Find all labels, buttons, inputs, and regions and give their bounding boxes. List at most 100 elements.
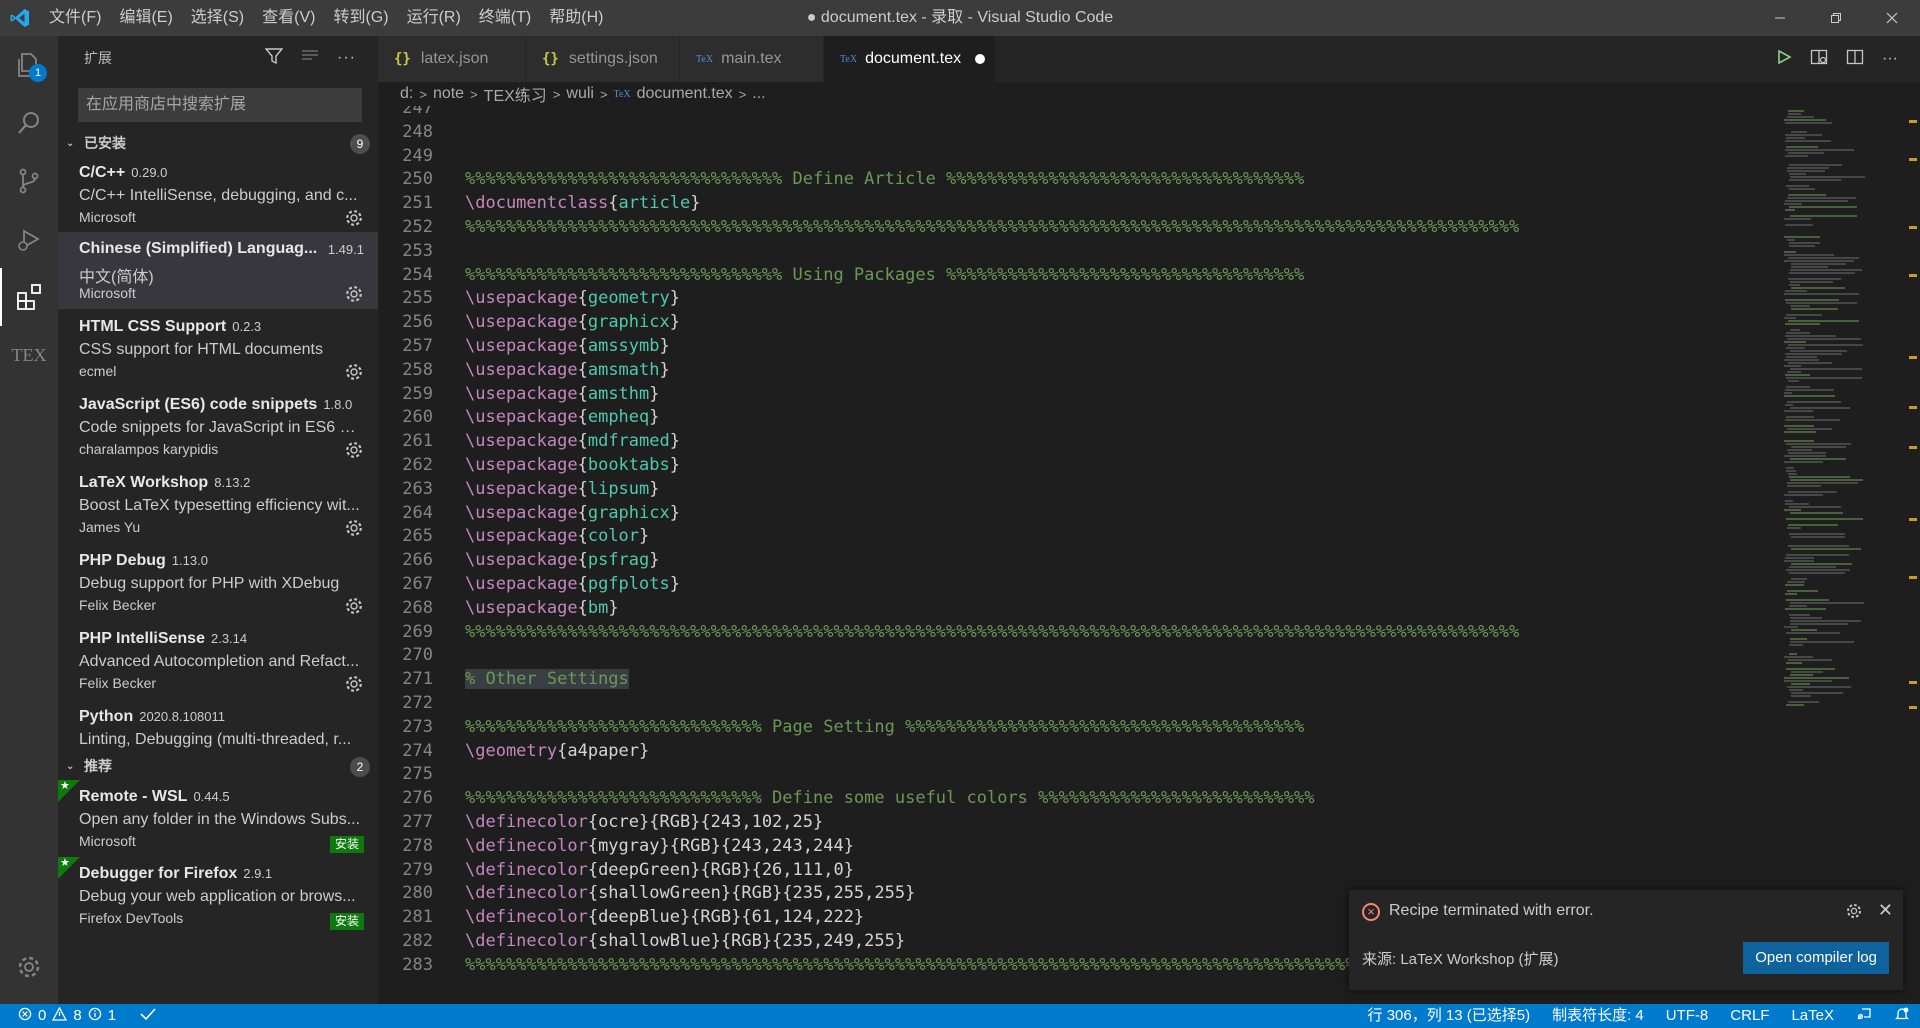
- extension-item[interactable]: HTML CSS Support 0.2.3 CSS support for HTM…: [58, 310, 378, 387]
- cursor-position[interactable]: 行 306，列 13 (已选择5): [1368, 1004, 1531, 1028]
- scrollbar-marker: [1909, 274, 1917, 277]
- more-actions-icon[interactable]: ···: [1882, 50, 1898, 68]
- unsaved-dot-icon[interactable]: [975, 54, 986, 64]
- code-editor[interactable]: 247 248 249 250%%%%%%%%%%%%%%%%%%%%%%%%%%%%…: [378, 106, 1780, 1004]
- menu-view[interactable]: 查看(V): [253, 0, 324, 36]
- minimap[interactable]: [1780, 106, 1905, 1004]
- minimap-line: [1787, 449, 1812, 451]
- vertical-scrollbar[interactable]: [1905, 106, 1920, 1004]
- minimap-line: [1784, 359, 1819, 361]
- problems-indicator[interactable]: 0 8 1: [0, 1004, 156, 1028]
- line-number: 278: [402, 835, 433, 856]
- minimize-button[interactable]: [1752, 0, 1808, 36]
- breadcrumb-item[interactable]: d:: [400, 85, 413, 103]
- menu-help[interactable]: 帮助(H): [540, 0, 612, 36]
- menu-selection[interactable]: 选择(S): [182, 0, 253, 36]
- open-preview-icon[interactable]: [1810, 48, 1828, 71]
- tex-icon[interactable]: TEX: [0, 326, 58, 384]
- notification-close-icon[interactable]: ✕: [1878, 900, 1893, 921]
- breadcrumb-item[interactable]: note: [433, 85, 464, 103]
- restore-button[interactable]: [1808, 0, 1864, 36]
- tab-size[interactable]: 制表符长度: 4: [1552, 1004, 1644, 1028]
- search-icon[interactable]: [0, 94, 58, 152]
- code-token: }: [608, 597, 619, 618]
- recommended-count-badge: 2: [350, 757, 370, 777]
- minimap-line: [1784, 317, 1796, 319]
- code-token: {: [577, 597, 588, 618]
- breadcrumb-item[interactable]: wuli: [566, 85, 594, 103]
- minimap-line: [1785, 134, 1822, 136]
- extensions-icon[interactable]: [0, 268, 58, 326]
- clear-icon[interactable]: [301, 47, 319, 70]
- tab-document-tex[interactable]: TeX document.tex: [824, 36, 996, 82]
- chevron-right-icon: >: [470, 86, 478, 102]
- extension-item[interactable]: Chinese (Simplified) Languag... 1.49.1 中文(…: [58, 232, 378, 309]
- extension-gear-icon[interactable]: [344, 518, 364, 538]
- line-number: 283: [402, 954, 433, 975]
- extension-item[interactable]: JavaScript (ES6) code snippets 1.8.0 Code …: [58, 388, 378, 465]
- minimap-line: [1787, 581, 1805, 583]
- code-line: 256 \usepackage{graphicx}: [378, 310, 1780, 334]
- code-token: {: [577, 359, 588, 380]
- extension-item[interactable]: PHP IntelliSense 2.3.14 Advanced Autocompl…: [58, 622, 378, 699]
- breadcrumb-item[interactable]: ...: [752, 85, 765, 103]
- extension-gear-icon[interactable]: [344, 208, 364, 228]
- menu-edit[interactable]: 编辑(E): [110, 0, 181, 36]
- breadcrumb-item[interactable]: TEX练习: [484, 82, 547, 106]
- code-token: }: [649, 407, 660, 428]
- extension-gear-icon[interactable]: [344, 362, 364, 382]
- minimap-line: [1787, 239, 1795, 241]
- language-mode[interactable]: LaTeX: [1791, 1004, 1834, 1028]
- manage-gear-icon[interactable]: [0, 938, 58, 996]
- tab-main-tex[interactable]: TeX main.tex: [680, 36, 824, 82]
- installed-section-header[interactable]: ⌄ 已安装 9: [58, 130, 378, 156]
- minimap-line: [1789, 476, 1850, 478]
- extension-name: Debugger for Firefox 2.9.1: [79, 865, 273, 882]
- encoding[interactable]: UTF-8: [1666, 1004, 1709, 1028]
- split-editor-icon[interactable]: [1846, 48, 1864, 71]
- install-button[interactable]: 安装: [329, 836, 364, 853]
- breadcrumb-item[interactable]: document.tex: [637, 85, 733, 103]
- extension-item[interactable]: LaTeX Workshop 8.13.2 Boost LaTeX typesett…: [58, 466, 378, 543]
- source-control-icon[interactable]: [0, 152, 58, 210]
- close-window-button[interactable]: [1864, 0, 1920, 36]
- notifications-bell-icon[interactable]: [1894, 1006, 1910, 1026]
- notification-gear-icon[interactable]: [1845, 902, 1863, 925]
- menu-run[interactable]: 运行(R): [398, 0, 470, 36]
- minimap-line: [1785, 122, 1832, 124]
- extension-gear-icon[interactable]: [344, 284, 364, 304]
- menu-go[interactable]: 转到(G): [324, 0, 397, 36]
- more-actions-icon[interactable]: ···: [337, 49, 356, 67]
- run-file-icon[interactable]: [1776, 49, 1792, 70]
- extension-publisher: charalampos karypidis: [79, 441, 219, 457]
- extension-gear-icon[interactable]: [344, 596, 364, 616]
- tab-latex-json[interactable]: {} latex.json: [378, 36, 526, 82]
- minimap-line: [1788, 113, 1801, 115]
- minimap-line: [1784, 425, 1814, 427]
- tab-settings-json[interactable]: {} settings.json: [526, 36, 680, 82]
- recommended-section-header[interactable]: ⌄ 推荐 2: [58, 753, 378, 779]
- minimap-line: [1787, 686, 1851, 688]
- checkmark-icon[interactable]: [140, 1007, 156, 1025]
- menu-terminal[interactable]: 终端(T): [470, 0, 540, 36]
- install-button[interactable]: 安装: [329, 913, 364, 930]
- extension-gear-icon[interactable]: [344, 440, 364, 460]
- feedback-icon[interactable]: [1856, 1006, 1872, 1026]
- line-ending[interactable]: CRLF: [1730, 1004, 1769, 1028]
- extension-item[interactable]: PHP Debug 1.13.0 Debug support for PHP wit…: [58, 544, 378, 621]
- recommended-extension-item[interactable]: ★ Remote - WSL 0.44.5 Open any folder in th…: [58, 780, 378, 857]
- explorer-icon[interactable]: 1: [0, 36, 58, 94]
- recommended-extension-item[interactable]: ★ Debugger for Firefox 2.9.1 Debug your web…: [58, 857, 378, 934]
- extension-gear-icon[interactable]: [344, 674, 364, 694]
- extension-description: Linting, Debugging (multi-threaded, r...: [79, 731, 352, 748]
- code-token: empheq: [587, 407, 650, 428]
- menu-file[interactable]: 文件(F): [40, 0, 110, 36]
- error-circle-icon: [18, 1007, 32, 1025]
- run-debug-icon[interactable]: [0, 210, 58, 268]
- open-compiler-log-button[interactable]: Open compiler log: [1743, 942, 1889, 974]
- window-controls: [1752, 0, 1920, 36]
- extensions-search-input[interactable]: [78, 88, 362, 122]
- code-token: \usepackage: [465, 407, 578, 428]
- filter-icon[interactable]: [264, 47, 284, 70]
- extension-item[interactable]: C/C++ 0.29.0 C/C++ IntelliSense, debugging…: [58, 156, 378, 233]
